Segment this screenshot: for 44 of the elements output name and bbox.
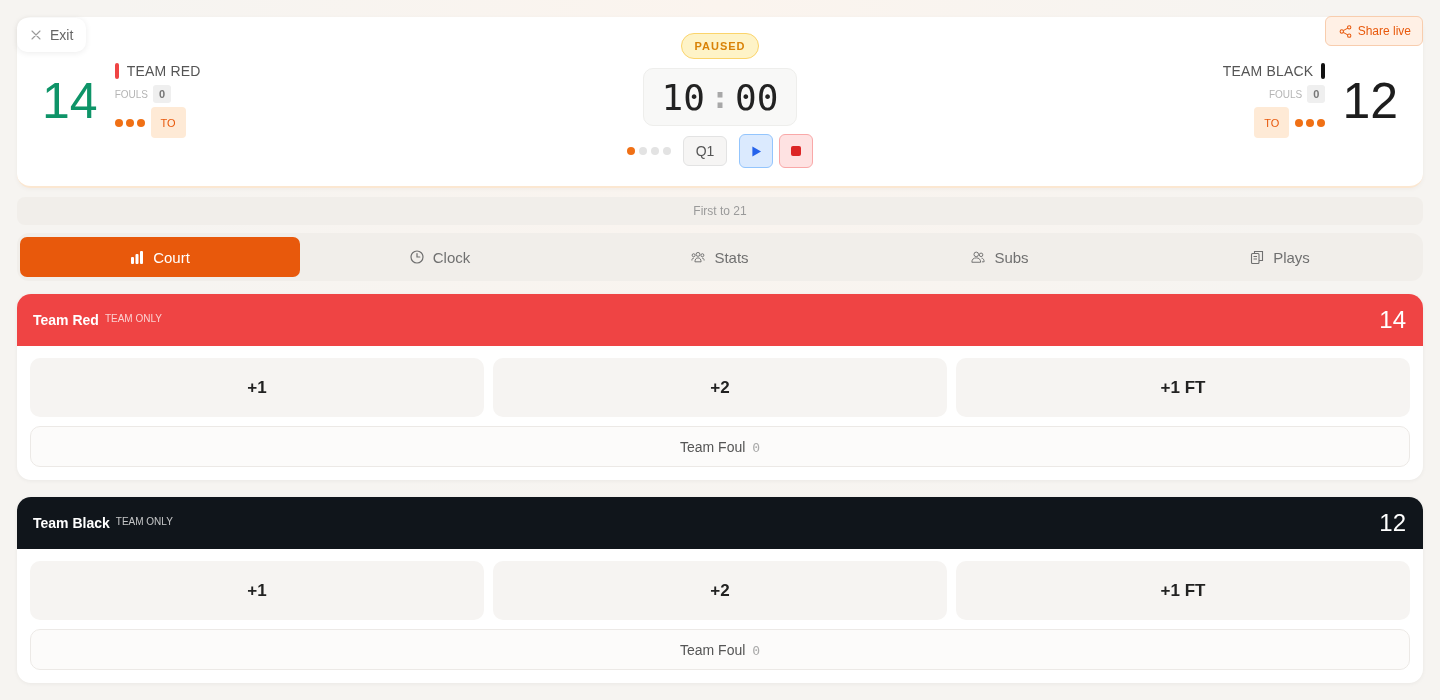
team-score: 14 (42, 75, 98, 126)
team-name: TEAM BLACK (1222, 63, 1314, 79)
play-button[interactable] (739, 134, 773, 168)
team-score: 12 (1379, 509, 1406, 537)
score-button[interactable]: +1 (30, 358, 484, 417)
fouls-label: FOULS (1268, 88, 1303, 100)
score-button[interactable]: +1 (30, 561, 484, 620)
fouls-count: 0 (1307, 85, 1326, 103)
group-icon (691, 250, 706, 264)
clock-icon (409, 250, 424, 264)
stop-icon (791, 146, 801, 156)
clipboard-icon (1250, 250, 1265, 264)
team-score: 12 (1342, 75, 1398, 126)
tab[interactable]: Court (20, 237, 300, 277)
users-icon (971, 250, 986, 264)
bar-chart-icon (130, 250, 145, 264)
period-button[interactable]: Q1 (683, 136, 727, 166)
fouls-count: 0 (152, 85, 172, 103)
goal-text: First to 21 (693, 204, 747, 218)
team-foul-button[interactable]: Team Foul 0 (30, 426, 1410, 467)
score-button[interactable]: +1 FT (956, 561, 1410, 620)
clock-seconds: 00 (735, 76, 779, 118)
team-name: TEAM RED (126, 63, 201, 79)
share-icon (1338, 24, 1352, 38)
team-only-label: TEAM ONLY (104, 312, 162, 324)
tab[interactable]: Subs (860, 237, 1140, 277)
tab[interactable]: Stats (580, 237, 860, 277)
clock-minutes: 10 (661, 76, 705, 118)
team-name: Team Black (33, 515, 110, 531)
score-button[interactable]: +1 FT (956, 358, 1410, 417)
team-score: 14 (1379, 306, 1406, 334)
tab[interactable]: Plays (1140, 237, 1420, 277)
clock-separator: : (710, 79, 730, 115)
team-foul-button[interactable]: Team Foul 0 (30, 629, 1410, 670)
tab[interactable]: Clock (300, 237, 580, 277)
fouls-label: FOULS (114, 88, 148, 100)
team-name: Team Red (33, 312, 99, 328)
score-button[interactable]: +2 (493, 358, 947, 417)
status-badge: PAUSED (681, 33, 759, 59)
score-button[interactable]: +2 (493, 561, 947, 620)
exit-button[interactable]: Exit (17, 18, 87, 52)
close-icon (31, 30, 41, 40)
stop-button[interactable] (779, 134, 813, 168)
team-only-label: TEAM ONLY (115, 515, 173, 527)
